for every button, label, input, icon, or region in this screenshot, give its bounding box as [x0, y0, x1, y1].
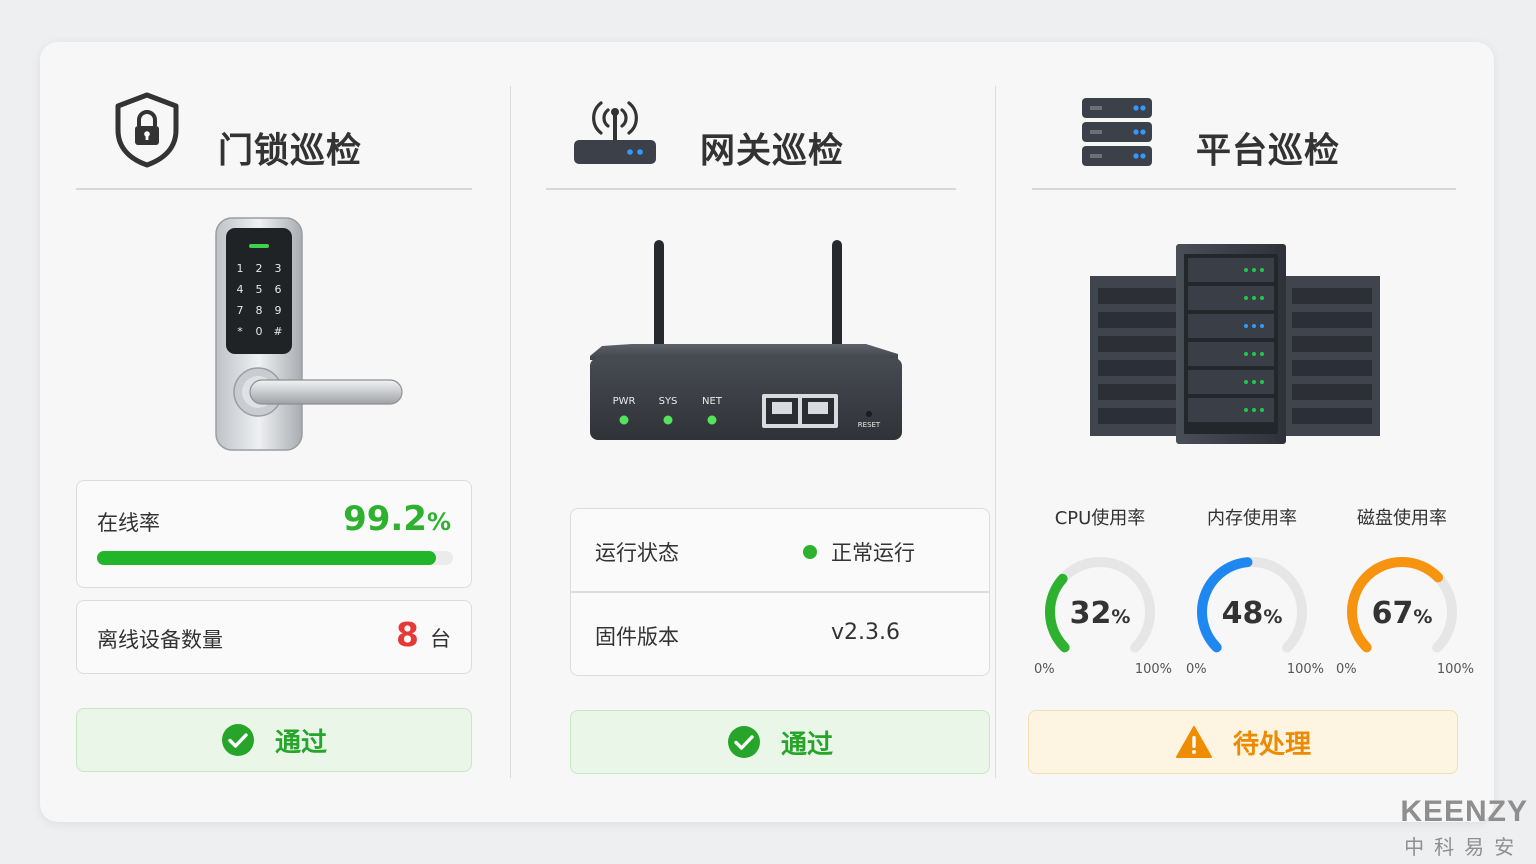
brand-name: KEENZY [1400, 795, 1528, 828]
gauge-ring [1346, 557, 1457, 667]
gauge: 磁盘使用率 67% 0% 100% [1332, 504, 1474, 677]
column-divider [995, 86, 996, 778]
gauge-min-label: 0% [1186, 662, 1207, 677]
lock-pass-button[interactable]: 通过 [76, 708, 472, 772]
online-rate-progress-fill [97, 551, 437, 565]
lock-inspection-column: 门锁巡检 1 2 3 4 5 6 7 8 9 * 0 # 在线率 99.2% 离… [76, 42, 472, 822]
run-status-value: 正常运行 [803, 537, 915, 567]
brand-logo: KEENZY 中科易安 [1400, 795, 1528, 860]
smart-lock-illustration: 1 2 3 4 5 6 7 8 9 * 0 # [215, 217, 403, 451]
warning-triangle-icon [1175, 726, 1212, 758]
firmware-version: v2.3.6 [831, 620, 900, 645]
gauge: CPU使用率 32% 0% 100% [1030, 504, 1172, 677]
lock-pass-label: 通过 [274, 727, 327, 758]
online-rate-panel: 在线率 99.2% [76, 480, 472, 588]
gateway-header-divider [546, 188, 956, 190]
key: 3 [275, 262, 282, 275]
status-dot [803, 545, 817, 559]
gateway-inspection-column: 网关巡检 PWR SYS NET RESET 运行状态 正常运行 固件版本 v2… [540, 42, 990, 822]
check-circle-icon [727, 726, 760, 758]
gauge-max-label: 100% [1436, 662, 1474, 677]
gateway-router-illustration: PWR SYS NET RESET [590, 240, 902, 440]
online-rate-progress [97, 551, 453, 565]
platform-pending-button[interactable]: 待处理 [1028, 710, 1458, 774]
lock-header-divider [76, 188, 472, 190]
gauge-ring [1196, 557, 1307, 667]
led-label: SYS [659, 396, 678, 407]
online-rate-label: 在线率 [97, 511, 160, 535]
column-divider [510, 86, 511, 778]
key: 1 [237, 262, 244, 275]
gateway-pass-label: 通过 [780, 729, 833, 760]
key: * [237, 325, 243, 338]
gateway-header: 网关巡检 [540, 82, 962, 192]
platform-header: 平台巡检 [1028, 82, 1458, 192]
key: 7 [237, 304, 244, 317]
key: 6 [275, 283, 282, 296]
offline-devices-panel: 离线设备数量 8 台 [76, 600, 472, 674]
key: 2 [256, 262, 263, 275]
key: # [273, 325, 282, 338]
wifi-router-icon [574, 101, 656, 164]
gauge-min-label: 0% [1336, 662, 1357, 677]
key: 0 [256, 325, 263, 338]
gauge: 内存使用率 48% 0% 100% [1182, 504, 1324, 677]
gauge-min-label: 0% [1034, 662, 1055, 677]
row-divider [571, 591, 989, 593]
platform-title: 平台巡检 [1196, 131, 1341, 172]
run-status-label: 运行状态 [595, 541, 679, 565]
gateway-pass-button[interactable]: 通过 [570, 710, 990, 774]
gauge-ring [1044, 557, 1155, 667]
server-rack-illustration [1090, 244, 1380, 444]
server-stack-icon [1082, 98, 1152, 166]
key: 8 [256, 304, 263, 317]
gauge-value: 48% [1221, 596, 1283, 631]
lock-title: 门锁巡检 [218, 131, 363, 172]
platform-header-divider [1032, 188, 1456, 190]
firmware-label: 固件版本 [595, 625, 679, 649]
online-rate-value: 99.2% [343, 499, 451, 539]
gauge-value: 32% [1069, 596, 1131, 631]
platform-pending-label: 待处理 [1232, 729, 1311, 760]
gauge-max-label: 100% [1134, 662, 1172, 677]
key: 5 [256, 283, 263, 296]
gauge-value: 67% [1371, 596, 1433, 631]
shield-lock-icon [115, 92, 179, 168]
led-label: PWR [613, 396, 636, 407]
check-circle-icon [221, 724, 254, 756]
gateway-status-panel: 运行状态 正常运行 固件版本 v2.3.6 [570, 508, 990, 676]
brand-cn-name: 中科易安 [1404, 835, 1525, 859]
lock-header: 门锁巡检 [76, 82, 472, 192]
reset-label: RESET [858, 421, 881, 429]
gauge-max-label: 100% [1286, 662, 1324, 677]
gateway-title: 网关巡检 [700, 131, 845, 172]
key: 9 [275, 304, 282, 317]
platform-inspection-column: 平台巡检 CPU使用率 32% 0% 100% 内存使用率 48% 0% 100… [1028, 42, 1474, 822]
offline-devices-value: 8 台 [395, 615, 451, 654]
offline-devices-label: 离线设备数量 [97, 628, 223, 652]
led-label: NET [702, 396, 723, 407]
key: 4 [237, 283, 244, 296]
inspection-dashboard-card: 门锁巡检 1 2 3 4 5 6 7 8 9 * 0 # 在线率 99.2% 离… [40, 42, 1494, 822]
